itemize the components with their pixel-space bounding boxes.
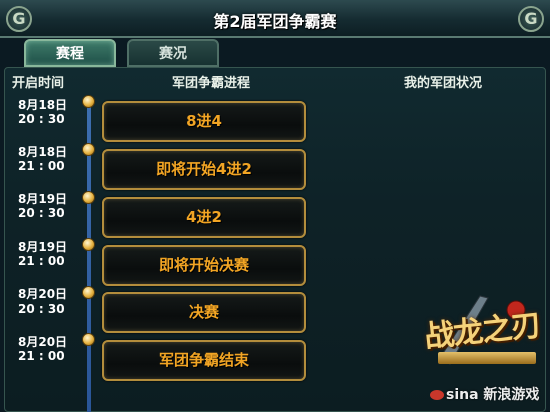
page-title: 第2届军团争霸赛 [213, 12, 337, 31]
schedule-time: 20 : 30 [18, 112, 65, 126]
tab-schedule[interactable]: 赛程 [24, 39, 116, 67]
timeline-dot-icon [82, 333, 95, 346]
stage-button[interactable]: 即将开始决赛 [102, 245, 306, 286]
stage-button[interactable]: 决赛 [102, 292, 306, 333]
timeline-dot-icon [82, 95, 95, 108]
schedule-time: 21 : 00 [18, 159, 65, 173]
ornament-right-icon: G [518, 6, 544, 32]
column-header-progress: 军团争霸进程 [172, 76, 251, 91]
schedule-date: 8月20日 [18, 335, 68, 349]
stage-button[interactable]: 8进4 [102, 101, 306, 142]
timeline-dot-icon [82, 191, 95, 204]
schedule-time: 21 : 00 [18, 349, 65, 363]
stage-button[interactable]: 即将开始4进2 [102, 149, 306, 190]
game-logo-banner [438, 352, 536, 364]
timeline-dot-icon [82, 238, 95, 251]
sina-eye-icon [430, 390, 444, 400]
timeline-dot-icon [82, 143, 95, 156]
schedule-time: 21 : 00 [18, 254, 65, 268]
stage-button[interactable]: 军团争霸结束 [102, 340, 306, 381]
column-header-time: 开启时间 [12, 76, 65, 91]
schedule-time: 20 : 30 [18, 206, 65, 220]
timeline-dot-icon [82, 286, 95, 299]
schedule-time: 20 : 30 [18, 302, 65, 316]
sina-brand: sina [446, 387, 479, 403]
sina-watermark: sina 新浪游戏 [430, 384, 550, 408]
tab-status[interactable]: 赛况 [127, 39, 219, 67]
schedule-date: 8月19日 [18, 240, 68, 254]
schedule-date: 8月18日 [18, 145, 68, 159]
title-bar: G 第2届军团争霸赛 G [0, 0, 550, 38]
column-header-status: 我的军团状况 [404, 76, 483, 91]
schedule-date: 8月18日 [18, 98, 68, 112]
stage-button[interactable]: 4进2 [102, 197, 306, 238]
schedule-date: 8月19日 [18, 192, 68, 206]
sina-games-text: 新浪游戏 [483, 387, 540, 403]
schedule-date: 8月20日 [18, 287, 68, 301]
